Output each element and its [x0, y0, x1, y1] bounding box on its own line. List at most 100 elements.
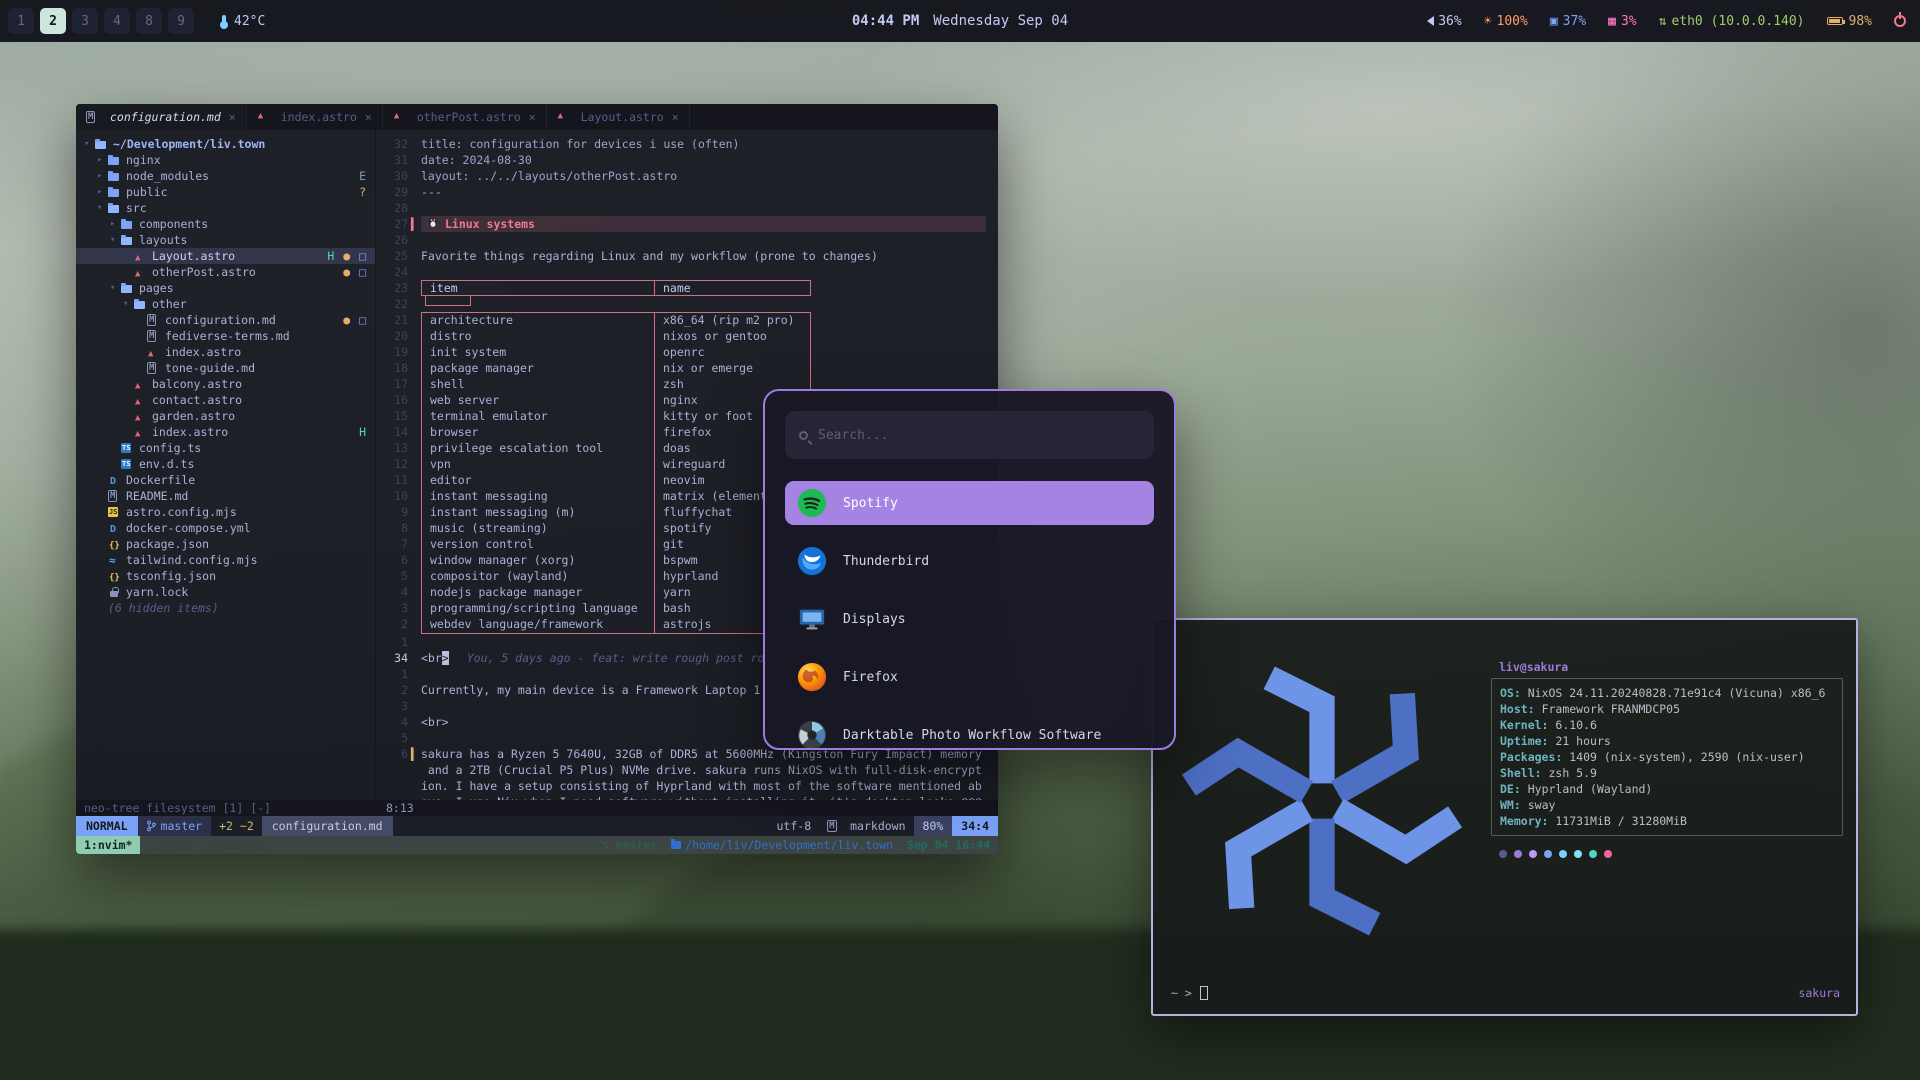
tab-index.astro[interactable]: index.astro× — [247, 104, 383, 130]
tree-item-pages[interactable]: ▾pages — [76, 280, 375, 296]
launcher-item-firefox[interactable]: Firefox — [785, 655, 1154, 699]
table-cell-item: compositor (wayland) — [422, 569, 655, 585]
tree-item-index.astro[interactable]: index.astro — [76, 344, 375, 360]
clock[interactable]: 04:44 PM Wednesday Sep 04 — [852, 13, 1068, 29]
line-number: 6 — [376, 746, 408, 762]
tree-root[interactable]: ▾ ~/Development/liv.town — [76, 136, 375, 152]
astro-file-icon — [134, 250, 148, 262]
app-launcher: Spotify Thunderbird Displays Firefox Darktab… — [763, 389, 1176, 750]
launcher-item-spotify[interactable]: Spotify — [785, 481, 1154, 525]
tree-item-tone-guide.md[interactable]: tone-guide.md — [76, 360, 375, 376]
tree-item-label: src — [126, 200, 147, 216]
search-input[interactable] — [818, 428, 1140, 443]
tree-item-astro.config.mjs[interactable]: astro.config.mjs — [76, 504, 375, 520]
disk-indicator[interactable]: ▣ 37% — [1550, 14, 1586, 29]
tab-configuration.md[interactable]: configuration.md× — [76, 104, 247, 130]
editor-line: 25Favorite things regarding Linux and my… — [376, 248, 998, 264]
tree-item-index.astro[interactable]: index.astroH — [76, 424, 375, 440]
launcher-item-label: Spotify — [843, 496, 898, 511]
tree-item-configuration.md[interactable]: configuration.md● □ — [76, 312, 375, 328]
thermometer-icon — [222, 15, 226, 27]
tree-item-node_modules[interactable]: ▸node_modulesE — [76, 168, 375, 184]
table-cell-name: nixos or gentoo — [655, 329, 812, 345]
tree-item-nginx[interactable]: ▸nginx — [76, 152, 375, 168]
tab-close-icon[interactable]: × — [529, 110, 536, 124]
tree-item-label: (6 hidden items) — [108, 600, 219, 616]
tree-item-env.d.ts[interactable]: env.d.ts — [76, 456, 375, 472]
markdown-icon — [827, 820, 841, 832]
docker-file-icon — [108, 522, 122, 534]
launcher-item-displays[interactable]: Displays — [785, 597, 1154, 641]
tmux-datetime: Sep 04 16:44 — [907, 836, 990, 854]
tab-close-icon[interactable]: × — [365, 110, 372, 124]
workspace-3[interactable]: 3 — [72, 8, 98, 34]
tab-Layout.astro[interactable]: Layout.astro× — [547, 104, 690, 130]
tab-close-icon[interactable]: × — [672, 110, 679, 124]
launcher-search[interactable] — [785, 411, 1154, 459]
tree-item-balcony.astro[interactable]: balcony.astro — [76, 376, 375, 392]
branch-icon — [147, 820, 156, 832]
table-cell-item: version control — [422, 537, 655, 553]
network-indicator[interactable]: ⇅ eth0 (10.0.0.140) — [1659, 14, 1805, 29]
cpu-indicator[interactable]: ▦ 3% — [1608, 14, 1636, 29]
launcher-item-darktable-photo-workflow-software[interactable]: Darktable Photo Workflow Software — [785, 713, 1154, 750]
tree-item-other[interactable]: ▾other — [76, 296, 375, 312]
tree-item-garden.astro[interactable]: garden.astro — [76, 408, 375, 424]
workspace-9[interactable]: 9 — [168, 8, 194, 34]
git-status-badges: ● □ — [343, 264, 375, 280]
tree-item-public[interactable]: ▸public? — [76, 184, 375, 200]
tab-otherPost.astro[interactable]: otherPost.astro× — [383, 104, 547, 130]
neotree-status-extra: [-] — [250, 801, 271, 815]
brightness-indicator[interactable]: ☀ 100% — [1484, 14, 1528, 29]
tree-item-src[interactable]: ▾src — [76, 200, 375, 216]
table-header-row: itemname — [421, 280, 811, 296]
workspace-1[interactable]: 1 — [8, 8, 34, 34]
shell-prompt[interactable]: ~ > — [1171, 986, 1208, 1000]
tree-item-config.ts[interactable]: config.ts — [76, 440, 375, 456]
fastfetch-terminal: liv@sakura OS: NixOS 24.11.20240828.71e9… — [1151, 618, 1858, 1016]
gutter-sign — [408, 778, 421, 794]
table-line-numbers: 232221201918171615141312111098765432 — [376, 280, 408, 634]
tmux-bar: 1:nvim*2:node3:lazygit ⌥ master /home/li… — [76, 836, 998, 854]
workspace-4[interactable]: 4 — [104, 8, 130, 34]
tree-item-components[interactable]: ▸components — [76, 216, 375, 232]
tree-item-layouts[interactable]: ▾layouts — [76, 232, 375, 248]
launcher-item-thunderbird[interactable]: Thunderbird — [785, 539, 1154, 583]
tmux-window-2:node[interactable]: 2:node — [140, 836, 198, 854]
json-file-icon — [108, 570, 122, 582]
palette-dot — [1499, 850, 1507, 858]
tmux-window-3:lazygit[interactable]: 3:lazygit — [198, 836, 276, 854]
tree-item-package.json[interactable]: package.json — [76, 536, 375, 552]
workspace-8[interactable]: 8 — [136, 8, 162, 34]
tree-item-otherPost.astro[interactable]: otherPost.astro● □ — [76, 264, 375, 280]
system-info-line: Packages: 1409 (nix-system), 2590 (nix-u… — [1500, 749, 1834, 765]
tree-item-tsconfig.json[interactable]: tsconfig.json — [76, 568, 375, 584]
tree-item-docker-compose.yml[interactable]: docker-compose.yml — [76, 520, 375, 536]
power-button[interactable] — [1894, 15, 1906, 27]
tree-item-Dockerfile[interactable]: Dockerfile — [76, 472, 375, 488]
palette-dot — [1514, 850, 1522, 858]
clock-date: Wednesday Sep 04 — [933, 13, 1068, 29]
info-label: OS: — [1500, 686, 1521, 700]
markdown-table: itemnamearchitecturex86_64 (rip m2 pro)d… — [421, 280, 811, 634]
tab-close-icon[interactable]: × — [229, 110, 236, 124]
tree-item-fediverse-terms.md[interactable]: fediverse-terms.md — [76, 328, 375, 344]
info-value: Framework FRANMDCP05 — [1542, 702, 1680, 716]
tree-item-contact.astro[interactable]: contact.astro — [76, 392, 375, 408]
workspace-2[interactable]: 2 — [40, 8, 66, 34]
volume-indicator[interactable]: 36% — [1422, 14, 1461, 29]
battery-icon — [1827, 17, 1843, 25]
table-cell-item: web server — [422, 393, 655, 409]
tmux-window-1:nvim*[interactable]: 1:nvim* — [76, 836, 140, 854]
git-status-badges: E — [359, 168, 375, 184]
battery-indicator[interactable]: 98% — [1827, 14, 1872, 29]
tree-item-yarn.lock[interactable]: yarn.lock — [76, 584, 375, 600]
astro-file-icon — [257, 111, 271, 123]
tree-item-6hiddenitems[interactable]: (6 hidden items) — [76, 600, 375, 616]
tree-item-README.md[interactable]: README.md — [76, 488, 375, 504]
tree-item-Layout.astro[interactable]: Layout.astroH ● □ — [76, 248, 375, 264]
palette-dot — [1544, 850, 1552, 858]
folder-open-icon — [95, 138, 109, 150]
table-header-cell: name — [655, 281, 812, 295]
tree-item-tailwind.config.mjs[interactable]: tailwind.config.mjs — [76, 552, 375, 568]
